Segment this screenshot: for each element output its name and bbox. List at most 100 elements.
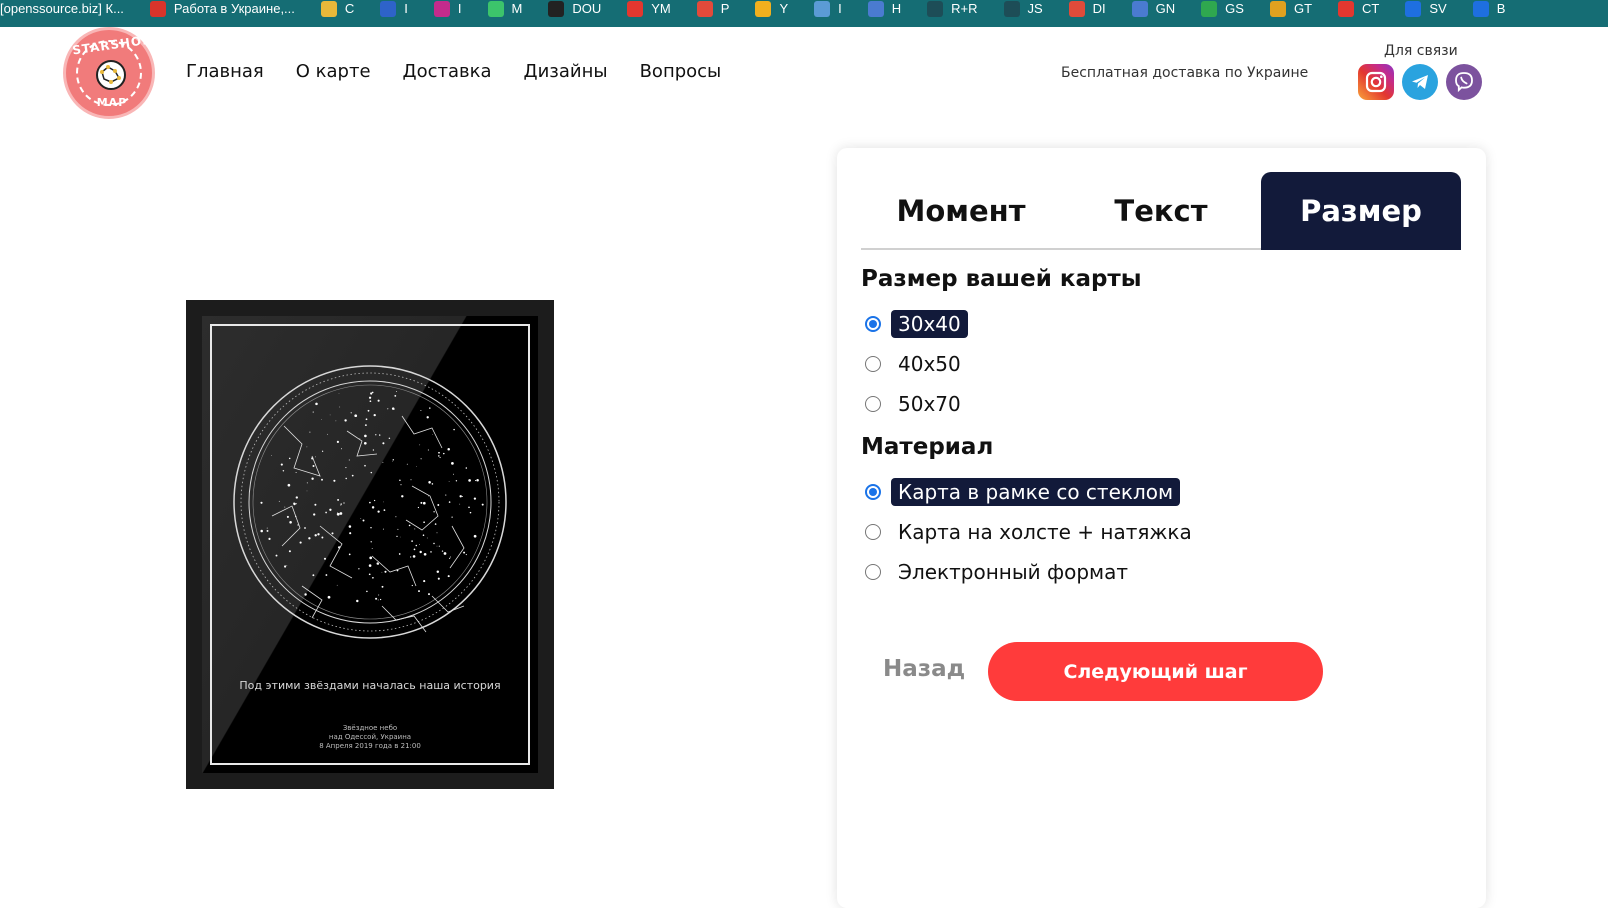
bookmark-label: B [1496, 1, 1506, 16]
material-label-framed[interactable]: Карта в рамке со стеклом [891, 478, 1181, 506]
material-radio-canvas[interactable] [865, 524, 881, 540]
bookmark-favicon-icon [548, 0, 565, 17]
bookmark-label: DOU [572, 1, 602, 16]
bookmark-favicon-icon [1003, 0, 1020, 17]
bookmark-item[interactable]: B [1472, 0, 1514, 22]
size-label-30x40[interactable]: 30x40 [891, 310, 968, 338]
bookmark-item[interactable]: DOU [548, 0, 609, 22]
telegram-icon[interactable] [1402, 64, 1438, 100]
bookmark-favicon-icon [320, 0, 337, 17]
nav-item-designs[interactable]: Дизайны [524, 61, 608, 82]
size-option-30x40[interactable]: 30x40 [865, 308, 968, 340]
bookmark-label: I [838, 1, 842, 16]
bookmark-favicon-icon [1068, 0, 1085, 17]
poster-canvas: Под этими звёздами началась наша история… [202, 316, 538, 773]
nav-item-home[interactable]: Главная [186, 61, 264, 82]
nav-item-delivery[interactable]: Доставка [403, 61, 492, 82]
bookmark-item[interactable]: [openssource.biz] К... [0, 0, 132, 22]
bookmark-label: GS [1225, 1, 1244, 16]
size-radio-30x40[interactable] [865, 316, 881, 332]
bookmark-item[interactable]: Y [755, 0, 796, 22]
poster-subtitle: Звёздное небо над Одессой, Украина 8 Апр… [202, 724, 538, 751]
bookmark-favicon-icon [433, 0, 450, 17]
tab-moment[interactable]: Момент [861, 172, 1061, 250]
bookmark-label: С [344, 1, 355, 16]
bookmark-favicon-icon [1405, 0, 1422, 17]
size-radio-40x50[interactable] [865, 356, 881, 372]
bookmark-label: CT [1362, 1, 1380, 16]
bookmark-item[interactable]: P [696, 0, 738, 22]
bookmark-label: R+R [951, 1, 978, 16]
nav-item-faq[interactable]: Вопросы [640, 61, 722, 82]
bookmark-favicon-icon [487, 0, 504, 17]
config-tabs: Момент Текст Размер [861, 172, 1461, 250]
bookmark-item[interactable]: I [380, 0, 416, 22]
logo-constellation-icon [96, 60, 126, 90]
bookmark-item[interactable]: DI [1068, 0, 1114, 22]
bookmark-item[interactable]: CT [1338, 0, 1387, 22]
material-option-framed[interactable]: Карта в рамке со стеклом [865, 476, 1181, 508]
poster-inner-border [210, 324, 530, 765]
bookmark-item[interactable]: JS [1003, 0, 1051, 22]
size-label-50x70[interactable]: 50x70 [891, 390, 968, 418]
bookmark-label: H [891, 1, 902, 16]
logo[interactable]: STARSHONEY MAP [63, 27, 173, 119]
bookmark-favicon-icon [1269, 0, 1286, 17]
bookmark-item[interactable]: I [433, 0, 470, 22]
bookmark-label: YM [651, 1, 671, 16]
tab-text[interactable]: Текст [1061, 172, 1261, 250]
next-step-button[interactable]: Следующий шаг [988, 642, 1323, 701]
bookmark-label: SV [1429, 1, 1447, 16]
free-delivery-text: Бесплатная доставка по Украине [1061, 65, 1309, 81]
social-links [1358, 64, 1482, 100]
tab-size[interactable]: Размер [1261, 172, 1461, 250]
bookmark-item[interactable]: I [814, 0, 850, 22]
material-section-title: Материал [861, 434, 994, 460]
bookmark-favicon-icon [1472, 0, 1489, 17]
bookmark-item[interactable]: SV [1405, 0, 1454, 22]
material-label-canvas[interactable]: Карта на холсте + натяжка [891, 518, 1199, 546]
bookmark-label: Работа в Украине,... [173, 1, 295, 16]
size-option-50x70[interactable]: 50x70 [865, 388, 968, 420]
bookmark-label: JS [1027, 1, 1043, 16]
bookmark-favicon-icon [755, 0, 772, 17]
bookmark-item[interactable]: GN [1131, 0, 1184, 22]
material-radio-digital[interactable] [865, 564, 881, 580]
bookmark-label: I [404, 1, 408, 16]
bookmark-favicon-icon [627, 0, 644, 17]
bookmark-item[interactable]: M [487, 0, 531, 22]
size-section-title: Размер вашей карты [861, 266, 1142, 292]
viber-icon[interactable] [1446, 64, 1482, 100]
bookmark-label: [openssource.biz] К... [0, 1, 124, 16]
main-nav: Главная О карте Доставка Дизайны Вопросы [186, 61, 721, 82]
bookmark-favicon-icon [380, 0, 397, 17]
bookmark-item[interactable]: GT [1269, 0, 1320, 22]
bookmarks-bar: [openssource.biz] К... Работа в Украине,.… [0, 0, 1608, 27]
poster-sub-line-2: над Одессой, Украина [328, 733, 412, 741]
material-option-digital[interactable]: Электронный формат [865, 556, 1135, 588]
bookmark-item[interactable]: YM [627, 0, 679, 22]
poster-preview: Под этими звёздами началась наша история… [186, 300, 554, 789]
bookmark-item[interactable]: GS [1201, 0, 1252, 22]
bookmark-item[interactable]: R+R [927, 0, 985, 22]
size-label-40x50[interactable]: 40x50 [891, 350, 968, 378]
material-radio-framed[interactable] [865, 484, 881, 500]
poster-sub-line-3: 8 Апреля 2019 года в 21:00 [319, 742, 421, 750]
config-panel: Момент Текст Размер Размер вашей карты 3… [837, 148, 1486, 908]
bookmark-favicon-icon [1201, 0, 1218, 17]
size-radio-50x70[interactable] [865, 396, 881, 412]
instagram-icon[interactable] [1358, 64, 1394, 100]
bookmark-item[interactable]: Работа в Украине,... [149, 0, 303, 22]
back-button[interactable]: Назад [883, 656, 965, 682]
bookmark-item[interactable]: H [867, 0, 909, 22]
material-option-canvas[interactable]: Карта на холсте + натяжка [865, 516, 1199, 548]
logo-bottom-text: MAP [96, 96, 128, 109]
size-option-40x50[interactable]: 40x50 [865, 348, 968, 380]
bookmark-favicon-icon [149, 0, 166, 17]
site-header: STARSHONEY MAP Главная О карте Доставка … [0, 27, 1608, 127]
poster-sub-line-1: Звёздное небо [342, 724, 398, 732]
nav-item-about[interactable]: О карте [296, 61, 371, 82]
bookmark-favicon-icon [696, 0, 713, 17]
material-label-digital[interactable]: Электронный формат [891, 558, 1135, 586]
bookmark-item[interactable]: С [320, 0, 362, 22]
